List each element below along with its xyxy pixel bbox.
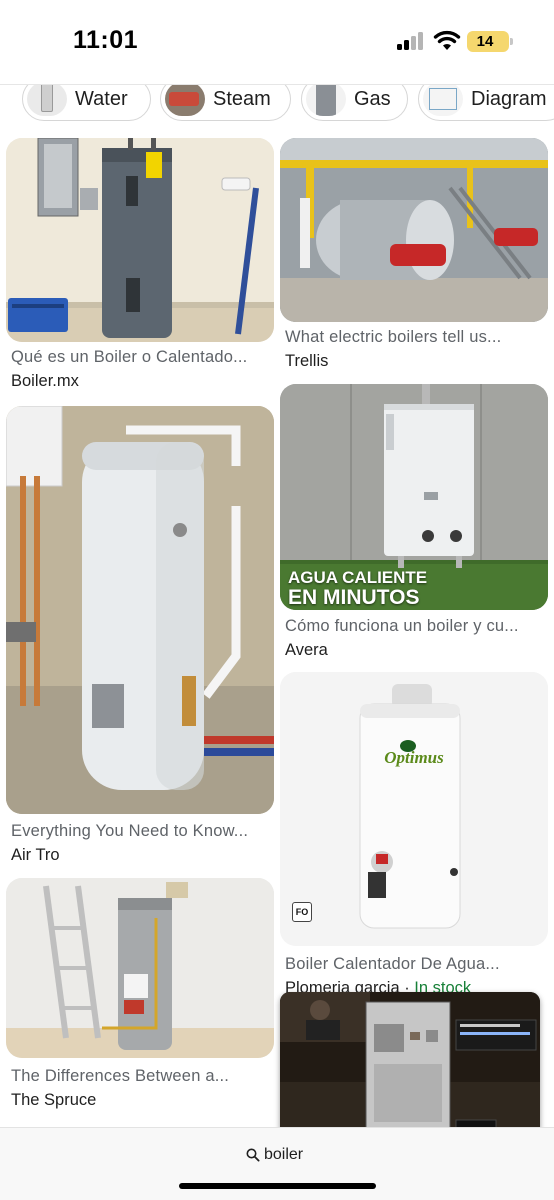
result-card[interactable]: Everything You Need to Know... Air Tro — [6, 406, 274, 866]
search-query: boiler — [264, 1146, 304, 1163]
picture-in-picture-video[interactable] — [280, 992, 540, 1137]
search-query-button[interactable]: boiler — [246, 1144, 303, 1166]
result-title[interactable]: Boiler Calentador De Agua... — [285, 955, 500, 974]
wifi-icon — [433, 30, 461, 50]
home-indicator[interactable] — [179, 1183, 376, 1189]
filter-chips: Water Steam Gas Diagram — [0, 84, 554, 132]
overlay-headline: AGUA CALIENTE — [288, 568, 428, 587]
chip-label: Gas — [354, 87, 391, 110]
result-image[interactable] — [280, 138, 548, 322]
result-card[interactable]: AGUA CALIENTE EN MINUTOS Cómo funciona u… — [280, 384, 548, 664]
video-frame — [280, 992, 540, 1137]
water-heater-illustration — [6, 878, 274, 1058]
bottom-search-bar: boiler — [0, 1127, 554, 1200]
result-image[interactable]: AGUA CALIENTE EN MINUTOS — [280, 384, 548, 610]
chip-water-thumbnail — [27, 85, 67, 116]
result-image[interactable] — [6, 406, 274, 814]
merchant-badge: FO — [292, 902, 312, 922]
status-bar: 11:01 14 — [0, 0, 554, 84]
chip-gas-thumbnail — [306, 85, 346, 116]
result-source[interactable]: Air Tro — [11, 846, 60, 865]
water-heater-illustration — [6, 406, 274, 814]
chip-diagram-thumbnail — [423, 85, 463, 116]
water-heater-illustration — [6, 138, 274, 342]
result-title[interactable]: Cómo funciona un boiler y cu... — [285, 617, 519, 636]
result-image[interactable] — [6, 878, 274, 1058]
brand-logo: Optimus — [384, 748, 444, 767]
result-card[interactable]: Optimus FO Boiler Calentador De Agua... … — [280, 672, 548, 997]
overlay-subheadline: EN MINUTOS — [288, 586, 420, 609]
chip-label: Diagram — [471, 87, 547, 110]
chip-diagram[interactable]: Diagram — [418, 85, 554, 121]
result-title[interactable]: What electric boilers tell us... — [285, 328, 501, 347]
battery-level: 14 — [476, 33, 494, 50]
result-source[interactable]: Boiler.mx — [11, 372, 79, 391]
status-time: 11:01 — [73, 26, 139, 54]
chip-label: Water — [75, 87, 128, 110]
result-source[interactable]: Avera — [285, 641, 328, 660]
chip-steam-thumbnail — [165, 85, 205, 116]
cellular-signal-icon — [397, 32, 425, 50]
result-source[interactable]: The Spruce — [11, 1091, 96, 1110]
chip-gas[interactable]: Gas — [301, 85, 408, 121]
search-icon — [246, 1148, 260, 1162]
result-card[interactable]: The Differences Between a... The Spruce — [6, 878, 274, 1116]
result-title[interactable]: The Differences Between a... — [11, 1067, 229, 1086]
battery-icon: 14 — [467, 31, 513, 52]
result-card[interactable]: Qué es un Boiler o Calentado... Boiler.m… — [6, 138, 274, 398]
result-title[interactable]: Everything You Need to Know... — [11, 822, 248, 841]
chip-steam[interactable]: Steam — [160, 85, 291, 121]
chip-label: Steam — [213, 87, 271, 110]
result-title[interactable]: Qué es un Boiler o Calentado... — [11, 348, 247, 367]
result-image[interactable]: Optimus FO — [280, 672, 548, 946]
water-heater-illustration — [280, 672, 548, 946]
boiler-room-illustration — [280, 138, 548, 322]
result-card[interactable]: What electric boilers tell us... Trellis — [280, 138, 548, 376]
result-image[interactable] — [6, 138, 274, 342]
result-source[interactable]: Trellis — [285, 352, 328, 371]
chip-water[interactable]: Water — [22, 85, 151, 121]
